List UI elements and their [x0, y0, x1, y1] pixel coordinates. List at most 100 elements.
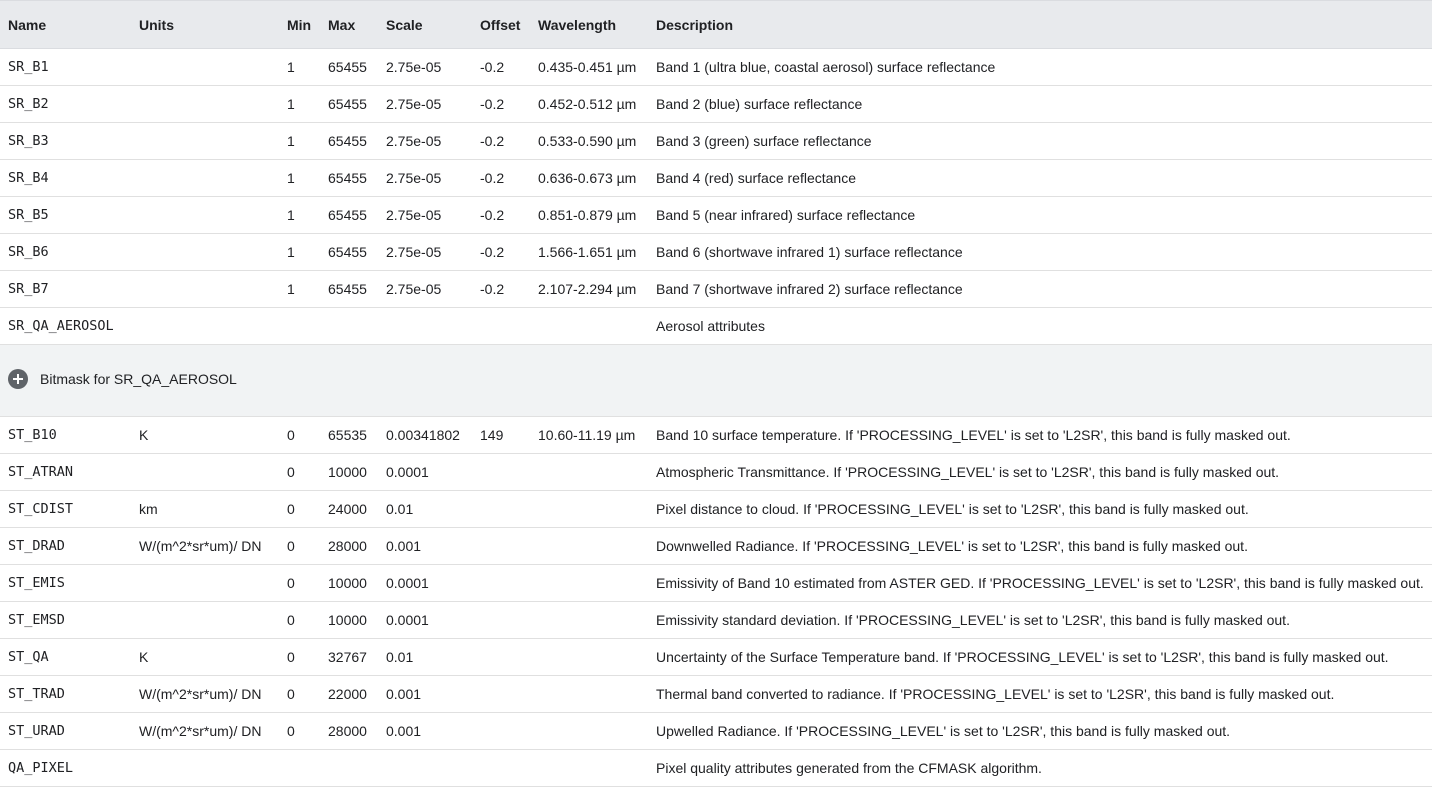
cell-units: km: [139, 501, 158, 517]
cell-min: 0: [287, 686, 295, 702]
cell-name: ST_URAD: [8, 723, 65, 739]
cell-wavelength: 10.60-11.19 µm: [538, 427, 636, 443]
cell-min: 1: [287, 170, 295, 186]
cell-name: SR_B4: [8, 170, 49, 186]
cell-scale: 2.75e-05: [386, 281, 442, 297]
cell-min: 1: [287, 96, 295, 112]
cell-description: Band 4 (red) surface reflectance: [656, 170, 856, 186]
cell-wavelength: 0.636-0.673 µm: [538, 170, 637, 186]
header-units: Units: [139, 16, 174, 33]
cell-scale: 2.75e-05: [386, 133, 442, 149]
bitmask-expand-button[interactable]: Bitmask for SR_QA_AEROSOL: [8, 369, 237, 389]
cell-scale: 0.01: [386, 649, 414, 665]
cell-description: Emissivity of Band 10 estimated from AST…: [656, 575, 1424, 591]
cell-min: 0: [287, 575, 295, 591]
cell-scale: 0.0001: [386, 612, 429, 628]
table-row: SR_B5 1 65455 2.75e-05 -0.2 0.851-0.879 µm Ban…: [0, 197, 1432, 234]
cell-name: SR_B2: [8, 96, 49, 112]
cell-offset: -0.2: [480, 281, 505, 297]
cell-min: 0: [287, 649, 295, 665]
cell-max: 65455: [328, 59, 367, 75]
table-row: ST_DRAD W/(m^2*sr*um)/ DN 0 28000 0.001 Downw…: [0, 528, 1432, 565]
cell-max: 28000: [328, 538, 367, 554]
table-row: SR_B2 1 65455 2.75e-05 -0.2 0.452-0.512 µm Ban…: [0, 86, 1432, 123]
cell-name: SR_B1: [8, 59, 49, 75]
cell-description: Aerosol attributes: [656, 318, 765, 334]
cell-min: 1: [287, 281, 295, 297]
cell-wavelength: 0.452-0.512 µm: [538, 96, 637, 112]
table-row: ST_EMSD 0 10000 0.0001 Emissivity standard d…: [0, 602, 1432, 639]
cell-min: 0: [287, 723, 295, 739]
header-name: Name: [8, 16, 47, 33]
cell-min: 0: [287, 464, 295, 480]
header-offset: Offset: [480, 16, 521, 33]
cell-name: ST_QA: [8, 649, 49, 665]
cell-description: Band 10 surface temperature. If 'PROCESS…: [656, 427, 1291, 443]
cell-name: ST_B10: [8, 427, 57, 443]
cell-max: 32767: [328, 649, 367, 665]
cell-max: 10000: [328, 612, 367, 628]
cell-wavelength: 2.107-2.294 µm: [538, 281, 637, 297]
cell-scale: 2.75e-05: [386, 170, 442, 186]
cell-name: ST_DRAD: [8, 538, 65, 554]
cell-wavelength: 0.435-0.451 µm: [538, 59, 637, 75]
cell-min: 0: [287, 427, 295, 443]
cell-scale: 2.75e-05: [386, 96, 442, 112]
table-row: ST_CDIST km 0 24000 0.01 Pixel distance to cl…: [0, 491, 1432, 528]
cell-units: K: [139, 649, 149, 665]
cell-offset: -0.2: [480, 59, 505, 75]
cell-description: Band 5 (near infrared) surface reflectan…: [656, 207, 916, 223]
cell-units: K: [139, 427, 149, 443]
cell-name: ST_ATRAN: [8, 464, 74, 480]
cell-max: 28000: [328, 723, 367, 739]
cell-description: Pixel distance to cloud. If 'PROCESSING_…: [656, 501, 1249, 517]
cell-max: 65455: [328, 170, 367, 186]
header-max: Max: [328, 16, 356, 33]
cell-scale: 2.75e-05: [386, 244, 442, 260]
header-description: Description: [656, 16, 734, 33]
table-row: QA_PIXEL Pixel quality attributes generat…: [0, 750, 1432, 787]
cell-min: 0: [287, 538, 295, 554]
cell-scale: 2.75e-05: [386, 59, 442, 75]
cell-name: ST_TRAD: [8, 686, 65, 702]
table-row: SR_QA_AEROSOL Aerosol attributes: [0, 308, 1432, 345]
cell-wavelength: 0.533-0.590 µm: [538, 133, 637, 149]
header-scale: Scale: [386, 16, 423, 33]
cell-max: 65455: [328, 207, 367, 223]
cell-name: SR_QA_AEROSOL: [8, 318, 114, 334]
header-min: Min: [287, 16, 312, 33]
table-header: Name Units Min Max Scale Offset Waveleng…: [0, 0, 1432, 49]
cell-max: 22000: [328, 686, 367, 702]
cell-wavelength: 1.566-1.651 µm: [538, 244, 637, 260]
cell-min: 1: [287, 244, 295, 260]
cell-min: 1: [287, 133, 295, 149]
cell-min: 0: [287, 612, 295, 628]
cell-description: Atmospheric Transmittance. If 'PROCESSIN…: [656, 464, 1280, 480]
cell-min: 0: [287, 501, 295, 517]
cell-offset: -0.2: [480, 207, 505, 223]
table-body-top: SR_B1 1 65455 2.75e-05 -0.2 0.435-0.451 µm Ban…: [0, 49, 1432, 345]
cell-name: SR_B5: [8, 207, 49, 223]
cell-name: SR_B3: [8, 133, 49, 149]
table-row: SR_B1 1 65455 2.75e-05 -0.2 0.435-0.451 µm Ban…: [0, 49, 1432, 86]
cell-units: W/(m^2*sr*um)/ DN: [139, 686, 262, 702]
bands-table: Name Units Min Max Scale Offset Waveleng…: [0, 0, 1432, 787]
table-row: ST_TRAD W/(m^2*sr*um)/ DN 0 22000 0.001 Therm…: [0, 676, 1432, 713]
plus-circle-icon: [8, 369, 28, 389]
cell-max: 65455: [328, 133, 367, 149]
bitmask-label: Bitmask for SR_QA_AEROSOL: [40, 371, 237, 387]
cell-description: Band 2 (blue) surface reflectance: [656, 96, 863, 112]
cell-scale: 0.0001: [386, 575, 429, 591]
cell-name: SR_B6: [8, 244, 49, 260]
header-wavelength: Wavelength: [538, 16, 617, 33]
cell-max: 10000: [328, 575, 367, 591]
cell-min: 1: [287, 207, 295, 223]
bitmask-row: Bitmask for SR_QA_AEROSOL: [0, 345, 1432, 417]
table-row: ST_EMIS 0 10000 0.0001 Emissivity of Band 10…: [0, 565, 1432, 602]
cell-units: W/(m^2*sr*um)/ DN: [139, 723, 262, 739]
cell-description: Band 3 (green) surface reflectance: [656, 133, 872, 149]
cell-description: Thermal band converted to radiance. If '…: [656, 686, 1335, 702]
table-row: ST_QA K 0 32767 0.01 Uncertainty of the Surfa…: [0, 639, 1432, 676]
cell-offset: 149: [480, 427, 504, 443]
cell-scale: 0.00341802: [386, 427, 460, 443]
